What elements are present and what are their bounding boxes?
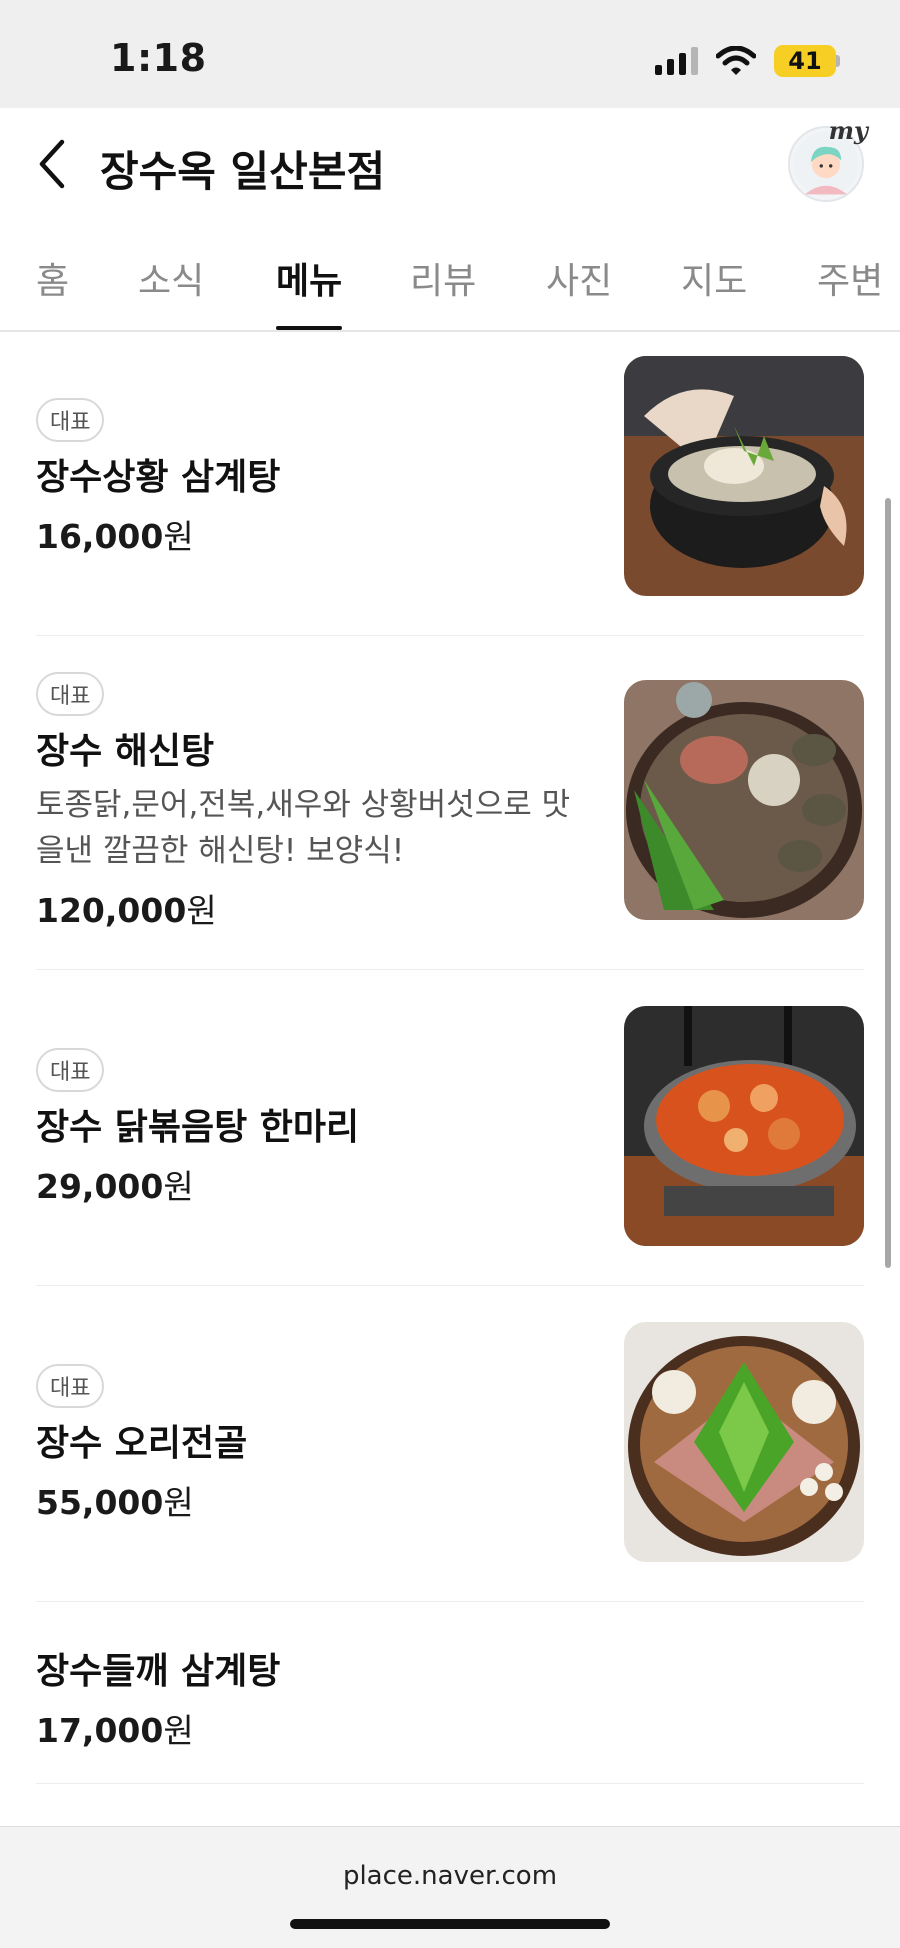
place-header: 장수옥 일산본점 my xyxy=(0,108,900,218)
menu-item-price: 16,000원 xyxy=(36,510,194,558)
menu-item-description: 토종닭,문어,전복,새우와 상황버섯으로 맛을낸 깔끔한 해신탕! 보양식! xyxy=(36,787,571,869)
menu-item-price: 120,000원 xyxy=(36,884,217,932)
menu-item-name: 장수 닭볶음탕 한마리 xyxy=(36,1107,360,1148)
status-time: 1:18 xyxy=(110,36,207,80)
menu-item[interactable]: 대표 장수 해신탕 토종닭,문어,전복,새우와 상황버섯으로 맛을낸 깔끔한 해… xyxy=(36,636,864,970)
battery-level: 41 xyxy=(788,47,822,75)
place-title: 장수옥 일산본점 xyxy=(100,147,386,196)
browser-url-bar[interactable]: place.naver.com xyxy=(0,1826,900,1948)
battery-cap xyxy=(836,55,840,67)
haesintang-photo[interactable] xyxy=(624,680,864,920)
signature-badge: 대표 xyxy=(36,1048,105,1092)
tab-menu[interactable]: 메뉴 xyxy=(276,252,342,304)
samgyetang-photo[interactable] xyxy=(624,356,864,596)
tab-nearby[interactable]: 주변 xyxy=(817,252,883,304)
cellular-signal-icon xyxy=(655,47,698,75)
tab-photo[interactable]: 사진 xyxy=(546,252,612,304)
menu-item[interactable]: 대표 장수 닭볶음탕 한마리 29,000원 xyxy=(36,970,864,1286)
back-icon[interactable] xyxy=(36,138,68,190)
scroll-indicator[interactable] xyxy=(885,498,891,1268)
menu-item-name: 장수들깨 삼계탕 xyxy=(36,1651,281,1692)
signature-badge: 대표 xyxy=(36,672,105,716)
price-currency: 원 xyxy=(163,517,194,556)
url-text: place.naver.com xyxy=(342,1861,558,1891)
status-bar: 1:18 41 xyxy=(0,0,900,108)
menu-item-name: 장수 오리전골 xyxy=(36,1423,248,1464)
home-indicator[interactable] xyxy=(290,1919,610,1929)
my-avatar-button[interactable]: my xyxy=(788,116,868,202)
wifi-icon xyxy=(716,46,756,75)
tab-news[interactable]: 소식 xyxy=(138,252,204,304)
avatar-my-label: my xyxy=(828,116,868,145)
price-currency: 원 xyxy=(163,1711,194,1750)
price-currency: 원 xyxy=(163,1483,194,1522)
signature-badge: 대표 xyxy=(36,398,105,442)
menu-item-name: 장수 해신탕 xyxy=(36,731,215,772)
signature-badge: 대표 xyxy=(36,1364,105,1408)
menu-item[interactable]: 대표 장수상황 삼계탕 16,000원 xyxy=(36,334,864,636)
tab-review[interactable]: 리뷰 xyxy=(410,252,476,304)
active-tab-indicator xyxy=(276,326,342,330)
menu-item-price: 55,000원 xyxy=(36,1476,194,1524)
price-value: 29,000 xyxy=(36,1167,164,1206)
price-value: 16,000 xyxy=(36,517,164,556)
menu-item-price: 17,000원 xyxy=(36,1704,194,1752)
price-currency: 원 xyxy=(186,891,217,930)
battery-icon: 41 xyxy=(774,45,836,77)
price-currency: 원 xyxy=(163,1167,194,1206)
menu-item-price: 29,000원 xyxy=(36,1160,194,1208)
tab-home[interactable]: 홈 xyxy=(36,252,69,304)
price-value: 120,000 xyxy=(36,891,187,930)
price-value: 17,000 xyxy=(36,1711,164,1750)
tab-map[interactable]: 지도 xyxy=(681,252,747,304)
status-icons: 41 xyxy=(655,44,840,78)
dakbokkeumtang-photo[interactable] xyxy=(624,1006,864,1246)
price-value: 55,000 xyxy=(36,1483,164,1522)
menu-item[interactable]: 대표 장수 오리전골 55,000원 xyxy=(36,1286,864,1602)
menu-item-name: 장수상황 삼계탕 xyxy=(36,457,281,498)
duck-hotpot-photo[interactable] xyxy=(624,1322,864,1562)
menu-item[interactable]: 장수들깨 삼계탕 17,000원 xyxy=(36,1602,864,1784)
tab-bar: 홈 소식 메뉴 리뷰 사진 지도 주변 xyxy=(0,238,900,332)
